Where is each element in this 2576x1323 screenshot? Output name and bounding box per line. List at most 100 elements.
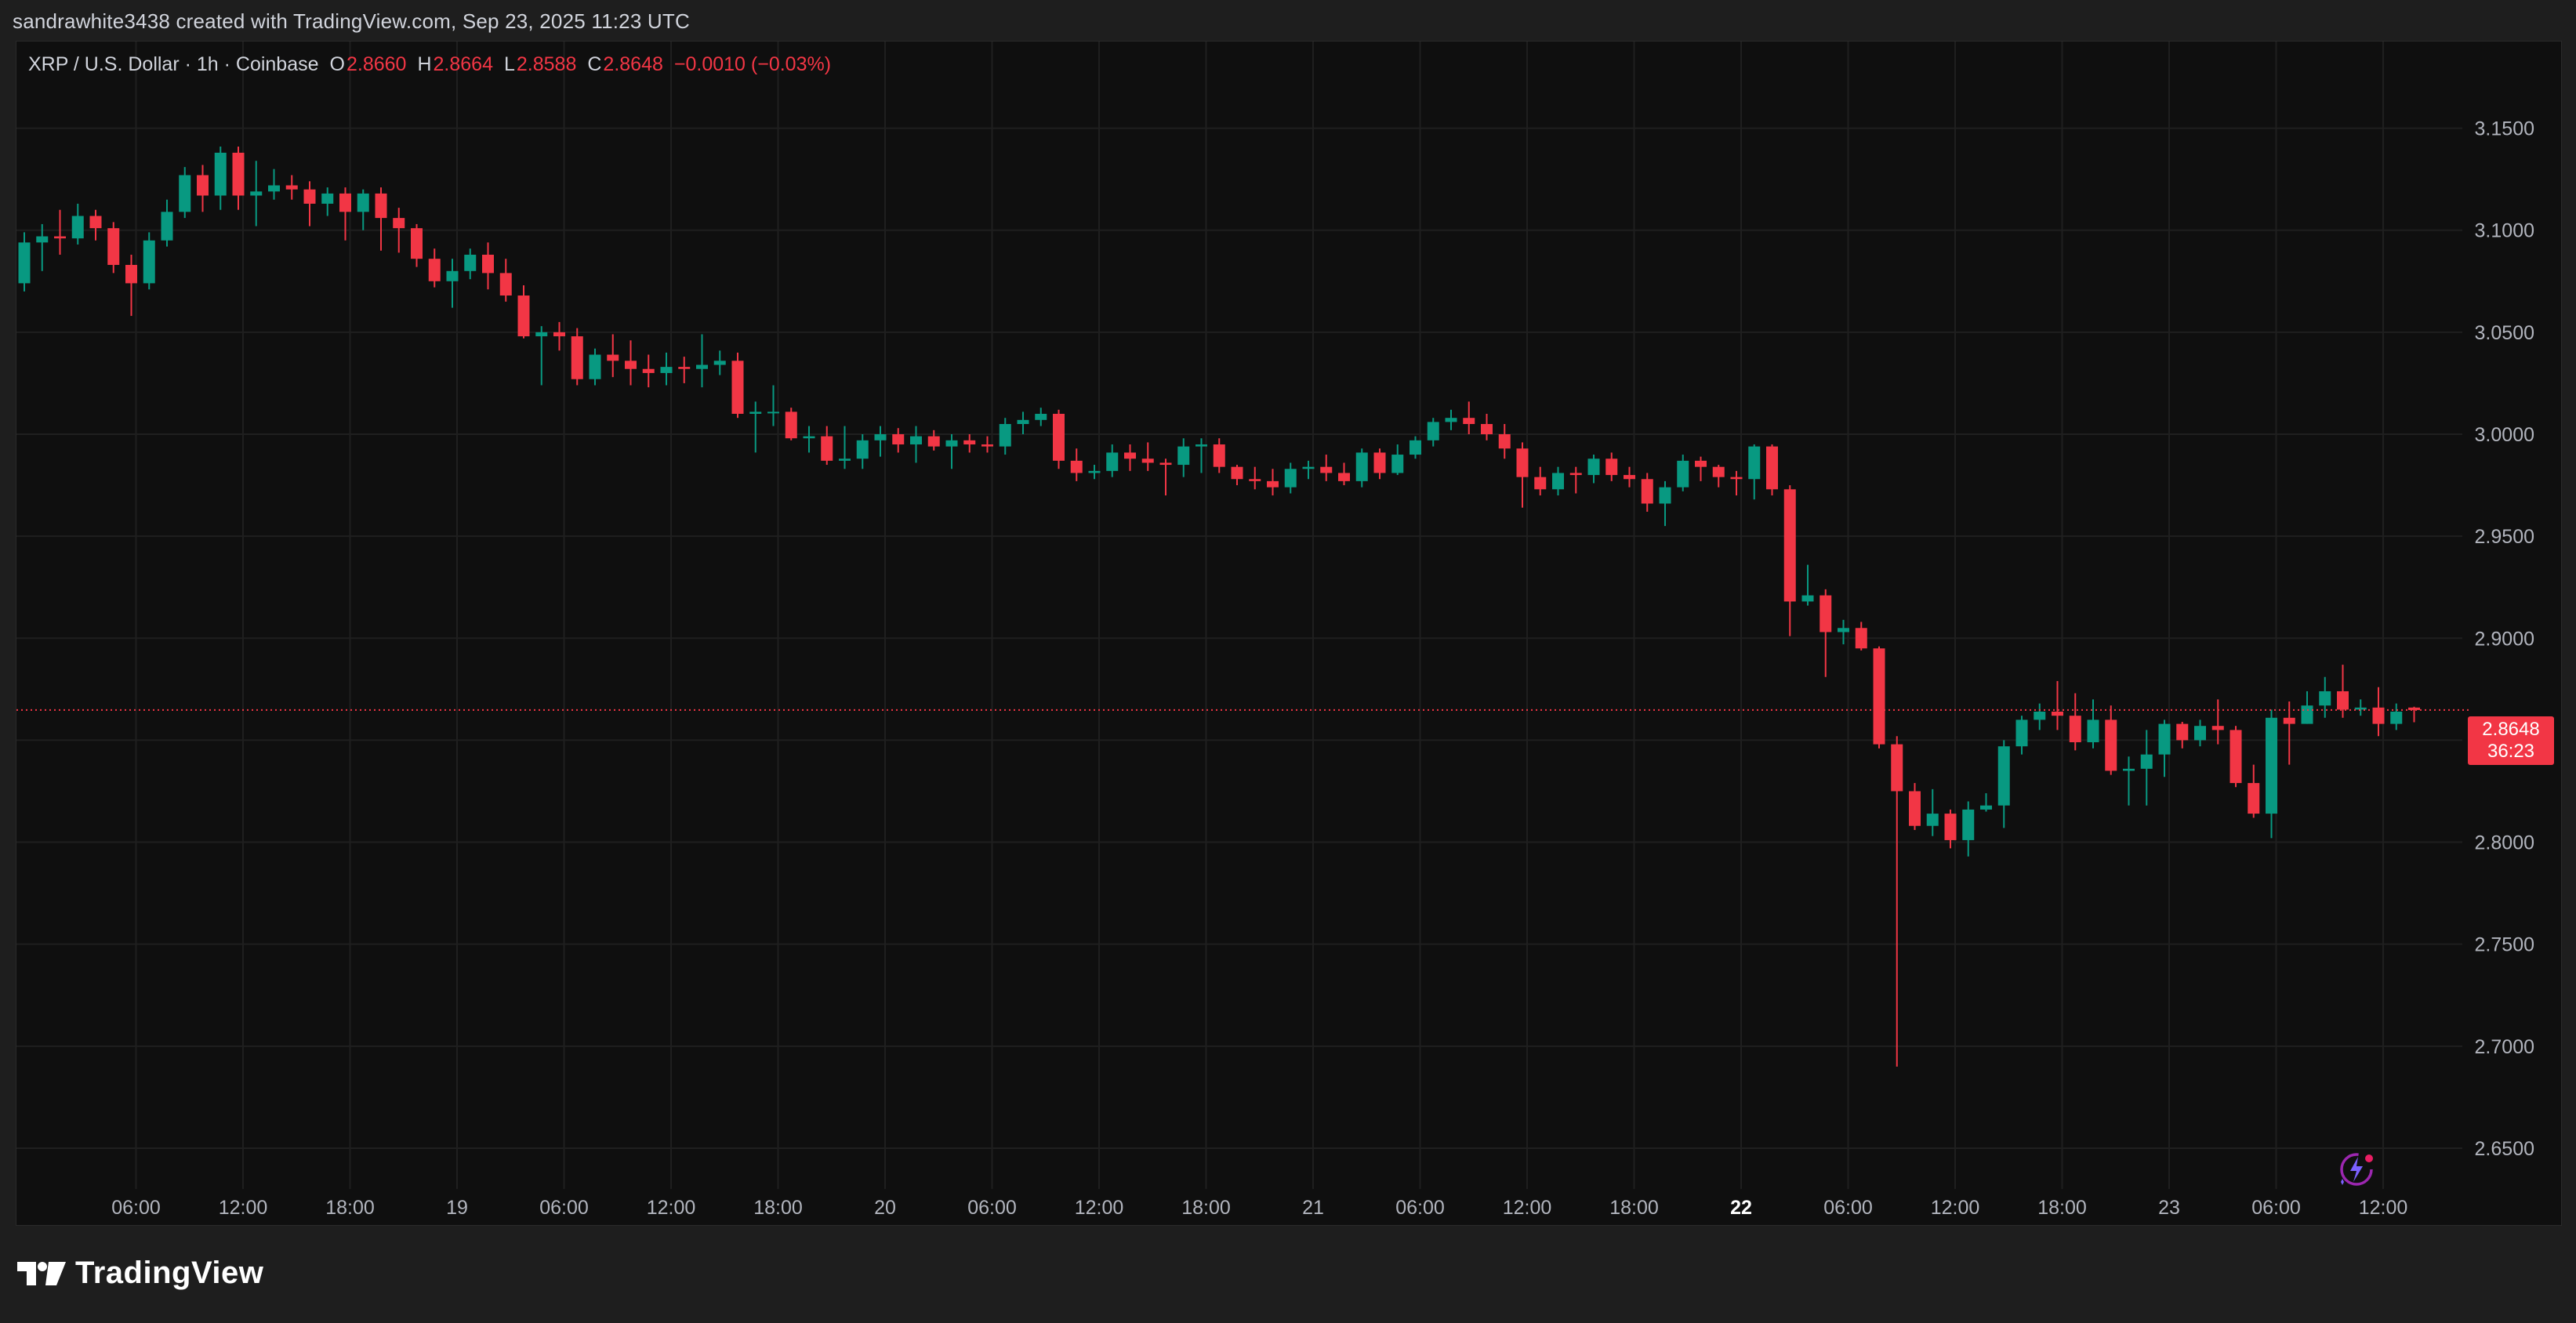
candle [1373, 448, 1386, 480]
candle-body [571, 336, 583, 379]
candle-body [1516, 448, 1529, 477]
candle-body [517, 295, 530, 337]
candle [1445, 409, 1457, 430]
price-tick-label: 3.1500 [2475, 118, 2534, 140]
candle-body [1427, 422, 1439, 440]
candle-body [1926, 814, 1939, 826]
candle-body [1624, 475, 1635, 480]
lightning-bolt-icon[interactable] [2335, 1147, 2378, 1195]
time-axis[interactable]: 06:00 12:00 18:00 19 06:00 12:00 18:00 20 06:00 1… [111, 1197, 2407, 1219]
candle [571, 328, 583, 386]
price-axis[interactable]: 3.15003.10003.05003.00002.95002.90002.85… [2475, 118, 2534, 1160]
candle-body [18, 242, 31, 284]
candle-body [464, 254, 477, 271]
candle-body [749, 411, 762, 414]
candle-body [446, 270, 459, 281]
candle [1177, 438, 1190, 477]
candle-body [1855, 628, 1867, 649]
candle-body [375, 193, 387, 219]
candle [1783, 485, 1796, 636]
candle [1159, 459, 1172, 496]
time-tick-label: 23 [2158, 1197, 2180, 1219]
candle-body [232, 152, 245, 196]
candle [1213, 438, 1225, 473]
candle-body [2248, 783, 2260, 814]
candle-body [1641, 479, 1653, 504]
candle [1641, 473, 1653, 512]
candle-body [2337, 690, 2349, 710]
candle [2319, 676, 2331, 718]
candle-body [785, 411, 797, 439]
ohlc-legend: XRP / U.S. Dollar · 1h · Coinbase O2.8660… [28, 53, 842, 76]
candle-body [1980, 805, 1992, 810]
candle-body [1159, 462, 1172, 466]
candle [2230, 726, 2242, 788]
time-tick-label: 12:00 [647, 1197, 696, 1219]
candle [482, 242, 494, 290]
candle-body [2105, 719, 2117, 771]
close-label: C [587, 53, 602, 75]
candle-body [2211, 726, 2224, 730]
candle [428, 248, 441, 288]
candle-body [2408, 707, 2420, 710]
candle-body [1410, 440, 1421, 455]
candle-body [2052, 711, 2063, 716]
candle-body [1267, 480, 1279, 488]
candle [143, 232, 155, 290]
candle-body [642, 368, 655, 373]
candle-body [71, 216, 84, 239]
candle-body [161, 212, 173, 241]
candle-body [1801, 595, 1814, 602]
candle-body [767, 411, 779, 414]
candle-body [2230, 730, 2242, 784]
price-tick-label: 2.6500 [2475, 1138, 2534, 1160]
candle-body [1213, 444, 1225, 467]
candle [1355, 448, 1368, 488]
last-price-tag: 2.8648 36:23 [2468, 716, 2554, 765]
candle-body [268, 185, 280, 192]
candle [1909, 783, 1921, 830]
candle [18, 232, 31, 292]
candle [713, 350, 726, 375]
candle-body [1677, 460, 1689, 488]
symbol-label[interactable]: XRP / U.S. Dollar · 1h · Coinbase [28, 53, 319, 75]
candle-body [143, 240, 155, 284]
time-tick-label: 12:00 [1503, 1197, 1552, 1219]
candle-body [214, 152, 227, 196]
candle [821, 426, 833, 466]
chart-panel[interactable]: 3.1500 3.1000 3.0500 3.0000 2.9500 2.9000 2.85… [16, 41, 2562, 1226]
candle-body [803, 436, 815, 439]
candle [54, 209, 66, 255]
candle [1284, 462, 1297, 494]
candle [2015, 716, 2028, 755]
price-tick-label: 3.1000 [2475, 220, 2534, 242]
candle [785, 408, 797, 440]
candle-body [1070, 460, 1083, 473]
candle-body [713, 361, 726, 365]
candle [1587, 455, 1600, 484]
candle [1141, 442, 1154, 471]
tradingview-logo[interactable]: TradingView [17, 1256, 263, 1291]
candle [179, 167, 191, 219]
brand-name: TradingView [75, 1256, 264, 1290]
candle [161, 199, 173, 247]
candle [464, 248, 477, 280]
candle-body [2194, 726, 2206, 741]
candle [731, 352, 744, 419]
candle-body [1124, 452, 1136, 459]
candle-body [1873, 648, 1885, 745]
candle [2087, 699, 2099, 748]
candlestick-chart[interactable]: 3.1500 3.1000 3.0500 3.0000 2.9500 2.9000 2.85… [16, 42, 2563, 1227]
candle-body [1195, 444, 1207, 447]
candle-body [2140, 754, 2153, 769]
candle [1249, 466, 1261, 490]
candle [1017, 411, 1029, 435]
change-value: −0.0010 (−0.03%) [673, 53, 832, 75]
candle-body [1302, 466, 1315, 469]
candle [303, 181, 316, 227]
candle-body [1659, 487, 1671, 504]
candle-body [1498, 434, 1511, 449]
close-value: 2.8648 [603, 53, 663, 75]
candle [1391, 444, 1404, 476]
candle [2337, 665, 2349, 718]
